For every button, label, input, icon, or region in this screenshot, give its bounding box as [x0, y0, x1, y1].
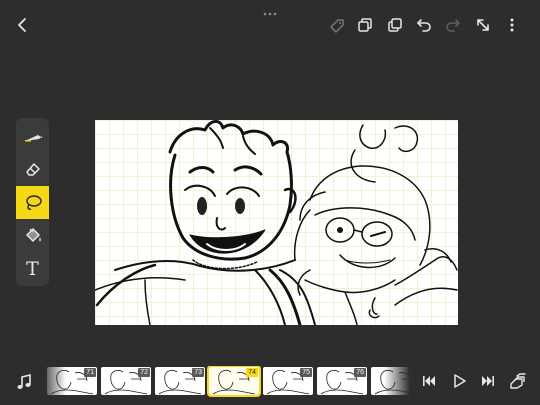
first-frame-icon	[423, 376, 435, 386]
play-icon	[454, 374, 466, 388]
frame-number: 73	[192, 368, 204, 377]
timeline-filmstrip[interactable]: 71 72 73 74 75 76 77	[40, 366, 410, 397]
pen-icon	[24, 134, 42, 141]
music-icon	[17, 373, 31, 389]
tool-text[interactable]: T	[16, 252, 49, 285]
tag-button[interactable]	[328, 16, 346, 34]
onion-skin-icon	[510, 373, 526, 389]
timeline-frame-selected[interactable]: 74	[207, 366, 261, 397]
more-options-button[interactable]	[503, 16, 521, 34]
paste-icon	[388, 18, 402, 32]
tool-pen[interactable]	[16, 118, 49, 151]
sound-button[interactable]	[14, 372, 34, 392]
frame-number: 76	[354, 368, 366, 377]
filmstrip-fade-right	[384, 366, 410, 397]
more-icon	[510, 18, 514, 32]
frame-number: 74	[246, 368, 258, 377]
paste-button[interactable]	[386, 16, 404, 34]
paint-bucket-icon	[25, 227, 41, 242]
expand-button[interactable]	[474, 16, 492, 34]
sketch-artwork	[95, 120, 458, 325]
tool-eraser[interactable]	[16, 152, 49, 185]
redo-icon	[446, 19, 460, 32]
frame-number: 72	[138, 368, 150, 377]
filmstrip-fade-left	[40, 366, 66, 397]
timeline-frame[interactable]: 72	[101, 367, 151, 395]
tag-icon	[330, 19, 344, 33]
back-icon	[18, 18, 26, 32]
last-frame-button[interactable]	[479, 372, 497, 390]
copy-button[interactable]	[356, 16, 374, 34]
timeline-frame[interactable]: 75	[263, 367, 313, 395]
drawing-canvas[interactable]	[95, 120, 458, 325]
text-icon: T	[26, 257, 39, 280]
tool-fill[interactable]	[16, 219, 49, 252]
play-button[interactable]	[450, 372, 468, 390]
back-button[interactable]	[14, 16, 32, 34]
undo-button[interactable]	[415, 16, 433, 34]
undo-icon	[417, 19, 431, 32]
eraser-icon	[25, 162, 40, 176]
last-frame-icon	[482, 376, 494, 386]
redo-button[interactable]	[444, 16, 462, 34]
frame-number: 71	[84, 368, 96, 377]
frame-number: 75	[300, 368, 312, 377]
timeline-frame[interactable]: 73	[155, 367, 205, 395]
expand-icon	[477, 19, 489, 31]
drag-handle[interactable]	[263, 4, 277, 16]
copy-icon	[358, 18, 372, 32]
tool-palette: T	[16, 118, 49, 286]
first-frame-button[interactable]	[420, 372, 438, 390]
tool-lasso[interactable]	[16, 186, 49, 219]
lasso-icon	[25, 194, 42, 210]
onion-skin-button[interactable]	[508, 372, 526, 390]
timeline-frame[interactable]: 76	[317, 367, 367, 395]
